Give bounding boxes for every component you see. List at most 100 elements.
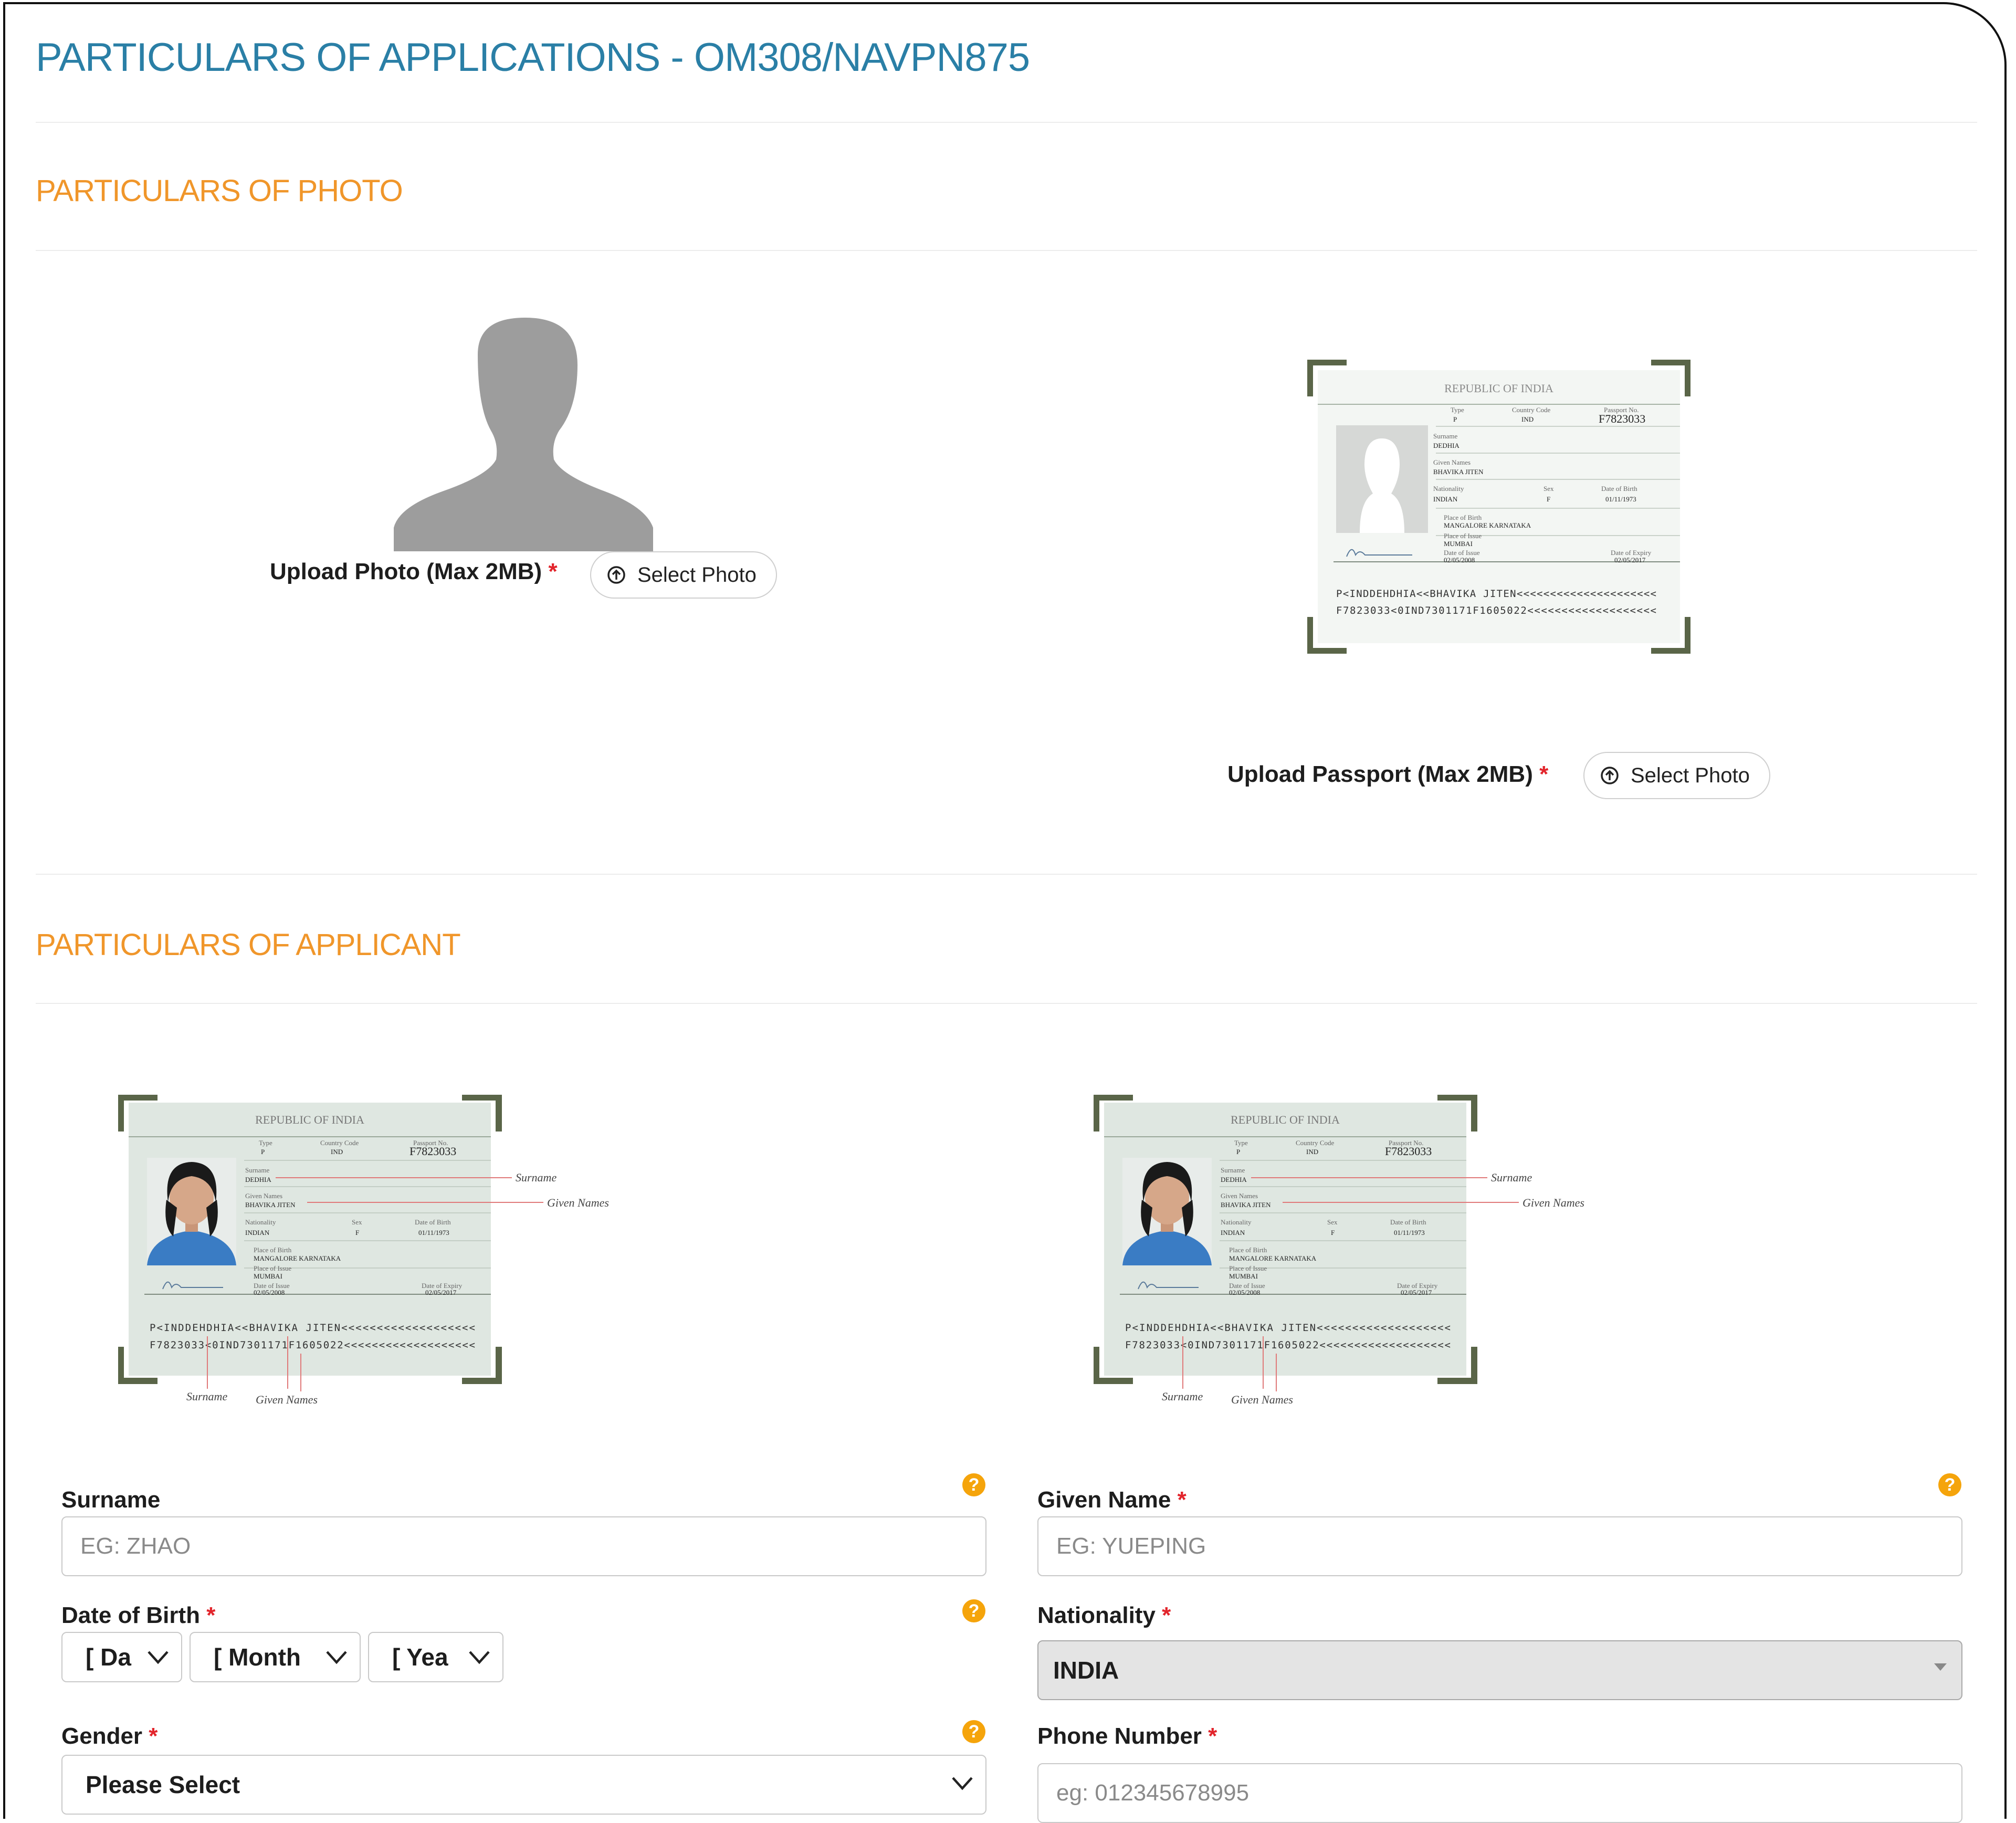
select-photo-button[interactable]: Select Photo — [590, 551, 777, 599]
help-icon[interactable]: ? — [962, 1473, 985, 1496]
svg-text:P: P — [1453, 415, 1457, 423]
svg-text:IND: IND — [1306, 1148, 1318, 1156]
svg-text:MANGALORE KARNATAKA: MANGALORE KARNATAKA — [1444, 521, 1531, 529]
svg-text:BHAVIKA JITEN: BHAVIKA JITEN — [1221, 1201, 1271, 1209]
upload-photo-label: Upload Photo (Max 2MB) * — [270, 559, 558, 584]
chevron-down-icon — [469, 1651, 490, 1664]
svg-text:Type: Type — [1234, 1139, 1248, 1147]
svg-text:Place of Birth: Place of Birth — [1229, 1246, 1267, 1254]
svg-text:02/05/2017: 02/05/2017 — [1614, 556, 1646, 564]
svg-text:Surname: Surname — [516, 1171, 556, 1184]
svg-text:F7823033<0IND7301171F1605022<<: F7823033<0IND7301171F1605022<<<<<<<<<<<<… — [150, 1339, 475, 1351]
svg-text:Given Names: Given Names — [1221, 1192, 1258, 1200]
svg-text:Country Code: Country Code — [1296, 1139, 1335, 1147]
svg-text:IND: IND — [1521, 415, 1534, 423]
svg-text:Place of Birth: Place of Birth — [1444, 514, 1482, 521]
passport-country: REPUBLIC OF INDIA — [1444, 382, 1553, 395]
svg-text:01/11/1973: 01/11/1973 — [1394, 1229, 1425, 1237]
svg-text:Sex: Sex — [1327, 1218, 1338, 1226]
svg-text:Surname: Surname — [1162, 1390, 1203, 1403]
svg-text:Given Names: Given Names — [1433, 458, 1471, 466]
svg-text:DEDHIA: DEDHIA — [1221, 1176, 1247, 1183]
svg-text:MUMBAI: MUMBAI — [1444, 540, 1473, 548]
svg-text:Given Names: Given Names — [1231, 1393, 1293, 1406]
svg-text:Surname: Surname — [1491, 1171, 1532, 1184]
svg-text:Date of Issue: Date of Issue — [1444, 549, 1480, 557]
help-icon[interactable]: ? — [962, 1720, 985, 1743]
svg-text:Date of Birth: Date of Birth — [415, 1218, 451, 1226]
svg-text:MUMBAI: MUMBAI — [254, 1272, 282, 1280]
nationality-select[interactable]: INDIA — [1037, 1640, 1962, 1700]
svg-text:Sex: Sex — [352, 1218, 362, 1226]
dob-label: Date of Birth * — [61, 1602, 216, 1628]
svg-text:P: P — [261, 1148, 265, 1156]
svg-text:F7823033: F7823033 — [1599, 412, 1645, 425]
svg-text:Country Code: Country Code — [320, 1139, 359, 1147]
svg-text:REPUBLIC OF INDIA: REPUBLIC OF INDIA — [255, 1113, 364, 1126]
svg-text:Place of Issue: Place of Issue — [1229, 1264, 1267, 1272]
phone-label: Phone Number * — [1037, 1723, 1217, 1749]
svg-text:F: F — [1547, 495, 1550, 503]
svg-text:Nationality: Nationality — [245, 1218, 276, 1226]
svg-text:Given Names: Given Names — [245, 1192, 282, 1200]
svg-text:Nationality: Nationality — [1433, 485, 1464, 493]
divider — [36, 250, 1977, 251]
mrz-line-2: F7823033<0IND7301171F1605022<<<<<<<<<<<<… — [1336, 605, 1656, 616]
mrz-line-1: P<INDDEHDHIA<<BHAVIKA JITEN<<<<<<<<<<<<<… — [1336, 588, 1656, 600]
svg-text:P: P — [1236, 1148, 1240, 1156]
help-icon[interactable]: ? — [962, 1599, 985, 1622]
svg-text:Place of Issue: Place of Issue — [254, 1264, 291, 1272]
svg-text:MUMBAI: MUMBAI — [1229, 1272, 1258, 1280]
svg-text:F: F — [355, 1229, 359, 1237]
svg-text:DEDHIA: DEDHIA — [245, 1176, 271, 1183]
svg-text:F7823033: F7823033 — [1385, 1145, 1432, 1158]
upload-passport-label: Upload Passport (Max 2MB) * — [1227, 761, 1549, 787]
gender-select[interactable]: Please Select — [61, 1755, 986, 1815]
dob-month-select[interactable]: [ Month — [190, 1632, 361, 1682]
chevron-down-icon — [148, 1651, 169, 1664]
phone-input[interactable]: eg: 012345678995 — [1037, 1763, 1962, 1823]
caret-down-icon — [1934, 1663, 1947, 1671]
svg-text:02/05/2017: 02/05/2017 — [425, 1288, 457, 1296]
page-title: PARTICULARS OF APPLICATIONS - OM308/NAVP… — [36, 35, 1030, 80]
help-icon[interactable]: ? — [1938, 1473, 1961, 1496]
dob-year-select[interactable]: [ Yea — [368, 1632, 503, 1682]
svg-text:Given Names: Given Names — [256, 1393, 318, 1406]
nationality-label: Nationality * — [1037, 1602, 1171, 1628]
svg-text:Sex: Sex — [1544, 485, 1554, 493]
svg-text:Given Names: Given Names — [1522, 1196, 1584, 1209]
given-name-label: Given Name * — [1037, 1487, 1186, 1513]
upload-icon — [607, 566, 625, 584]
svg-text:INDIAN: INDIAN — [245, 1229, 270, 1237]
given-name-input[interactable]: EG: YUEPING — [1037, 1516, 1962, 1576]
svg-text:MANGALORE KARNATAKA: MANGALORE KARNATAKA — [254, 1254, 341, 1262]
chevron-down-icon — [952, 1777, 973, 1790]
applicant-section-title: PARTICULARS OF APPLICANT — [36, 928, 461, 962]
svg-text:BHAVIKA JITEN: BHAVIKA JITEN — [1433, 468, 1484, 476]
svg-text:Surname: Surname — [1221, 1166, 1245, 1174]
select-passport-button[interactable]: Select Photo — [1583, 752, 1770, 799]
svg-text:Type: Type — [259, 1139, 272, 1147]
photo-section-title: PARTICULARS OF PHOTO — [36, 174, 403, 208]
avatar-placeholder-icon — [394, 318, 653, 551]
svg-text:F: F — [1331, 1229, 1335, 1237]
svg-text:Type: Type — [1451, 406, 1464, 414]
svg-text:02/05/2008: 02/05/2008 — [254, 1288, 285, 1296]
svg-text:INDIAN: INDIAN — [1433, 495, 1458, 503]
svg-text:F7823033<0IND7301171F1605022<<: F7823033<0IND7301171F1605022<<<<<<<<<<<<… — [1125, 1339, 1451, 1351]
surname-label: Surname — [61, 1487, 161, 1513]
chevron-down-icon — [326, 1651, 347, 1664]
svg-text:Given Names: Given Names — [547, 1196, 609, 1209]
surname-input[interactable]: EG: ZHAO — [61, 1516, 986, 1576]
svg-text:BHAVIKA JITEN: BHAVIKA JITEN — [245, 1201, 296, 1209]
svg-text:Surname: Surname — [186, 1390, 227, 1403]
passport-guide-given-name-image: REPUBLIC OF INDIA Type P Country Code IN… — [1094, 1095, 1584, 1406]
svg-text:02/05/2008: 02/05/2008 — [1229, 1288, 1260, 1296]
svg-text:Date of Birth: Date of Birth — [1601, 485, 1637, 493]
dob-day-select[interactable]: [ Da — [61, 1632, 182, 1682]
svg-text:MANGALORE KARNATAKA: MANGALORE KARNATAKA — [1229, 1254, 1317, 1262]
svg-text:DEDHIA: DEDHIA — [1433, 442, 1460, 449]
svg-text:F7823033: F7823033 — [410, 1145, 456, 1158]
passport-guide-surname-image: REPUBLIC OF INDIA Type P Country Code IN… — [118, 1095, 609, 1406]
svg-text:Surname: Surname — [245, 1166, 269, 1174]
